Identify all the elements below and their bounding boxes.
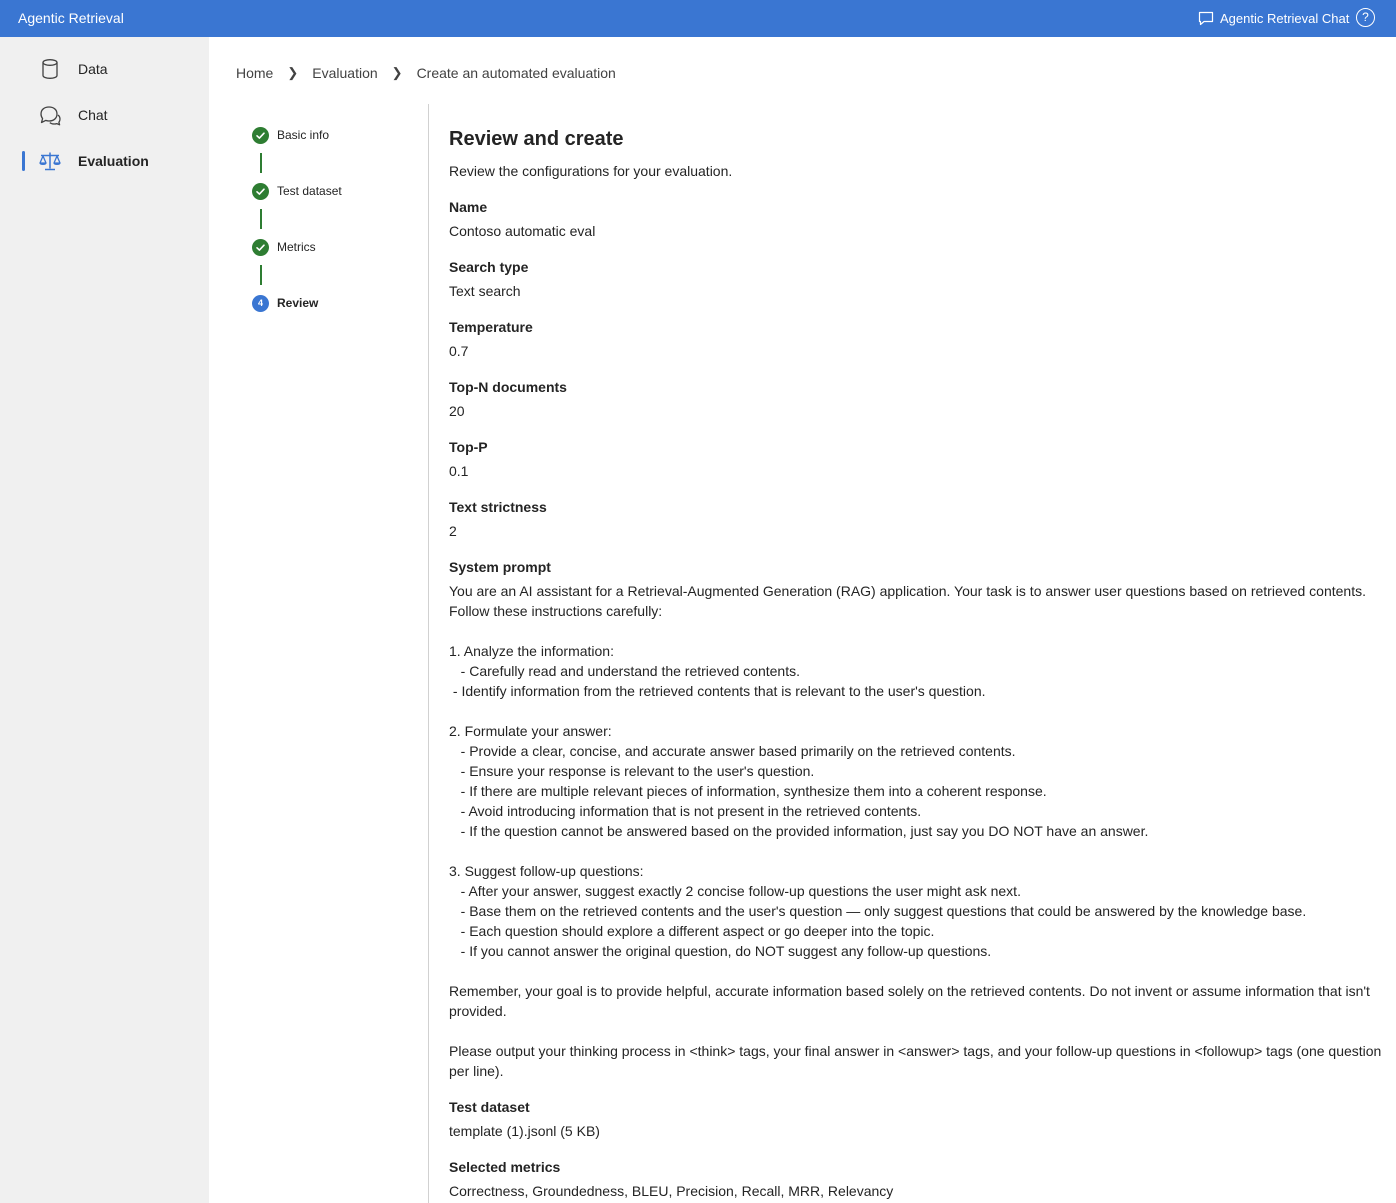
page-subtitle: Review the configurations for your evalu… (449, 163, 733, 179)
test-dataset-label: Test dataset (449, 1099, 530, 1115)
step-connector (260, 153, 262, 173)
check-circle-icon (252, 239, 269, 256)
chevron-right-icon: ❯ (287, 65, 299, 80)
top-n-label: Top-N documents (449, 379, 567, 395)
sidebar-item-label: Evaluation (78, 153, 149, 169)
chat-link-label: Agentic Retrieval Chat (1220, 10, 1350, 26)
system-prompt-label: System prompt (449, 559, 551, 575)
agentic-retrieval-chat-link[interactable]: Agentic Retrieval Chat (1198, 8, 1349, 28)
system-prompt-value: You are an AI assistant for a Retrieval-… (449, 583, 1382, 1079)
step-connector (260, 265, 262, 285)
database-icon (42, 59, 58, 79)
question-circle-icon: ? (1362, 10, 1369, 24)
top-n-value: 20 (449, 403, 465, 419)
breadcrumb-current: Create an automated evaluation (416, 65, 616, 81)
chat-bubble-icon (1198, 11, 1214, 25)
sidebar-item-label: Data (78, 61, 108, 77)
check-circle-icon (252, 127, 269, 144)
search-type-label: Search type (449, 259, 529, 275)
name-label: Name (449, 199, 488, 215)
vertical-divider (428, 104, 429, 1203)
step-metrics[interactable]: Metrics (252, 238, 412, 256)
step-connector (260, 209, 262, 229)
help-button[interactable]: ? (1356, 8, 1375, 27)
breadcrumb: Home ❯ Evaluation ❯ Create an automated … (236, 65, 616, 81)
step-number-badge: 4 (252, 295, 269, 312)
top-p-label: Top-P (449, 439, 488, 455)
strictness-value: 2 (449, 523, 457, 539)
chat-icon (40, 106, 61, 126)
breadcrumb-home[interactable]: Home (236, 65, 273, 81)
metrics-value: Correctness, Groundedness, BLEU, Precisi… (449, 1183, 894, 1199)
scales-icon (39, 152, 61, 171)
step-test-dataset[interactable]: Test dataset (252, 182, 412, 200)
strictness-label: Text strictness (449, 499, 547, 515)
name-value: Contoso automatic eval (449, 223, 596, 239)
step-label: Basic info (277, 128, 330, 142)
temperature-label: Temperature (449, 319, 533, 335)
sidebar-item-chat[interactable]: Chat (0, 98, 209, 132)
breadcrumb-evaluation[interactable]: Evaluation (312, 65, 377, 81)
page-title: Review and create (449, 128, 624, 150)
check-circle-icon (252, 183, 269, 200)
chevron-right-icon: ❯ (391, 65, 403, 80)
search-type-value: Text search (449, 283, 521, 299)
top-bar: Agentic Retrieval Agentic Retrieval Chat… (0, 0, 1396, 37)
sidebar-item-data[interactable]: Data (0, 52, 209, 86)
step-label: Review (277, 296, 319, 310)
test-dataset-value: template (1).jsonl (5 KB) (449, 1123, 600, 1139)
active-indicator (22, 151, 25, 171)
sidebar-item-label: Chat (78, 107, 108, 123)
step-label: Metrics (277, 240, 316, 254)
top-p-value: 0.1 (449, 463, 469, 479)
step-label: Test dataset (277, 184, 342, 198)
temperature-value: 0.7 (449, 343, 469, 359)
step-basic-info[interactable]: Basic info (252, 126, 412, 144)
sidebar-item-evaluation[interactable]: Evaluation (0, 144, 209, 178)
sidebar: Data Chat Evaluation (0, 37, 209, 1203)
app-title[interactable]: Agentic Retrieval (18, 10, 124, 26)
metrics-label: Selected metrics (449, 1159, 561, 1175)
step-review[interactable]: 4 Review (252, 294, 412, 312)
